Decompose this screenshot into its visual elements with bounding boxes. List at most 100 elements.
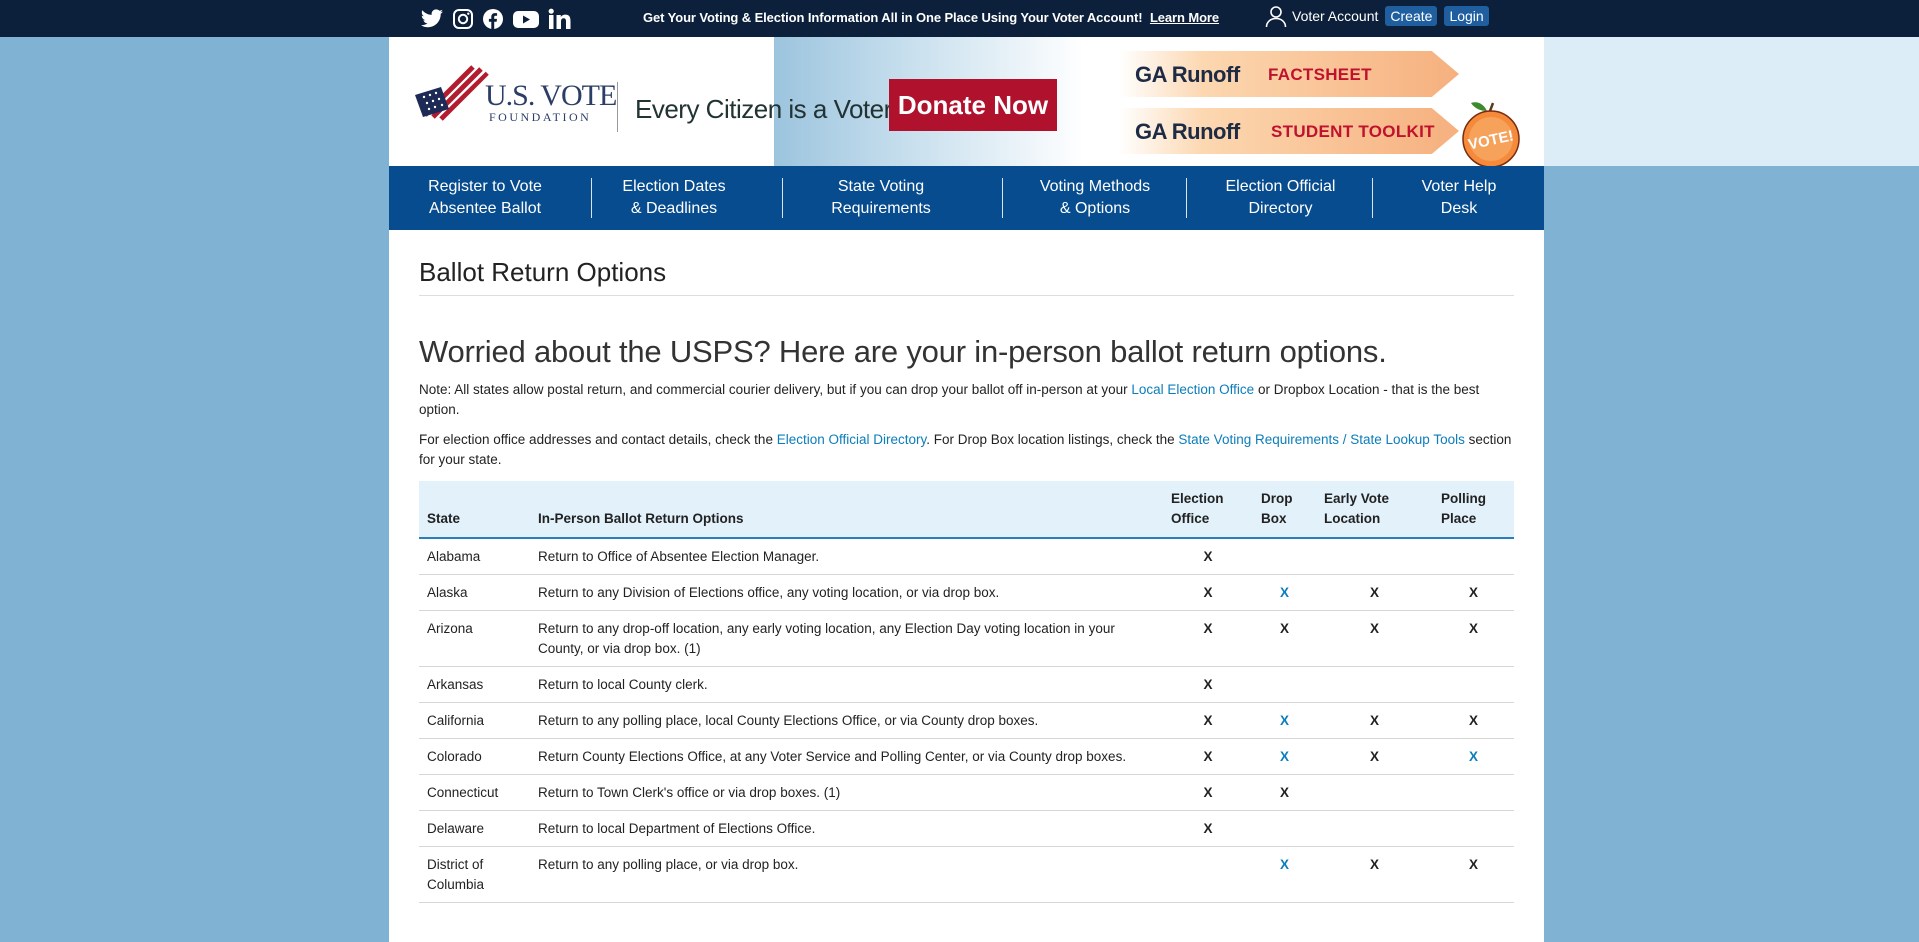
early-vote-cell: X: [1316, 574, 1433, 611]
election-office-cell: X: [1163, 538, 1253, 575]
state-cell: Alaska: [419, 574, 530, 611]
promo-text: Get Your Voting & Election Information A…: [643, 10, 1143, 25]
ga-runoff-factsheet-banner[interactable]: GA Runoff FACTSHEET: [1119, 51, 1459, 97]
options-cell: Return to Office of Absentee Election Ma…: [530, 538, 1163, 575]
user-icon: [1265, 6, 1287, 28]
column-header-options: In-Person Ballot Return Options: [530, 481, 1163, 539]
nav-election-dates[interactable]: Election Dates & Deadlines: [609, 166, 739, 230]
election-office-cell: [1163, 846, 1253, 903]
title-divider: [419, 295, 1514, 296]
early-vote-cell: X: [1316, 610, 1433, 667]
table-row: Delaware Return to local Department of El…: [419, 810, 1514, 847]
banner-label: FACTSHEET: [1268, 65, 1372, 84]
instagram-icon[interactable]: [452, 8, 474, 35]
table-row: Alaska Return to any Division of Election…: [419, 574, 1514, 611]
logo-divider: [617, 82, 618, 132]
nav-label-line2: & Options: [1059, 200, 1131, 217]
early-vote-cell: [1316, 666, 1433, 703]
main-content: Ballot Return Options Worried about the …: [389, 230, 1544, 942]
column-header-drop-box: Drop Box: [1253, 481, 1316, 539]
nav-election-official-directory[interactable]: Election Official Directory: [1213, 166, 1348, 230]
table-body: Alabama Return to Office of Absentee Elec…: [419, 538, 1514, 903]
nav-label-line2: & Deadlines: [630, 200, 718, 217]
nav-label-line2: Directory: [1248, 200, 1313, 217]
social-links: [420, 8, 572, 35]
nav-voter-help-desk[interactable]: Voter Help Desk: [1399, 166, 1519, 230]
drop-box-cell: [1253, 666, 1316, 703]
account-area: Voter Account Create Login: [1264, 4, 1489, 28]
youtube-icon[interactable]: [512, 8, 540, 35]
site-header: U.S. VOTE FOUNDATION Every Citizen is a …: [389, 37, 1544, 166]
options-cell: Return to local Department of Elections …: [530, 810, 1163, 847]
ga-runoff-toolkit-banner[interactable]: GA Runoff STUDENT TOOLKIT: [1119, 108, 1459, 154]
election-office-cell: X: [1163, 810, 1253, 847]
column-header-early-vote: Early Vote Location: [1316, 481, 1433, 539]
drop-box-cell: [1253, 538, 1316, 575]
polling-place-cell: X: [1433, 702, 1514, 739]
drop-box-cell[interactable]: X: [1253, 738, 1316, 775]
column-header-election-office: Election Office: [1163, 481, 1253, 539]
facebook-icon[interactable]: [482, 8, 504, 35]
site-tagline: Every Citizen is a Voter: [635, 94, 892, 124]
polling-place-cell: [1433, 774, 1514, 811]
polling-place-cell[interactable]: X: [1433, 738, 1514, 775]
linkedin-icon[interactable]: [548, 8, 572, 35]
early-vote-cell: X: [1316, 846, 1433, 903]
info-text: For election office addresses and contac…: [419, 432, 777, 447]
header-right-band: [1544, 37, 1919, 166]
banner-title: GA Runoff: [1135, 119, 1240, 144]
peach-vote-icon: VOTE!: [1462, 102, 1520, 166]
options-cell: Return to any polling place, or via drop…: [530, 846, 1163, 903]
banner-label: STUDENT TOOLKIT: [1271, 122, 1435, 141]
nav-label-line1: Election Dates: [622, 178, 726, 195]
polling-place-cell: X: [1433, 846, 1514, 903]
early-vote-cell: X: [1316, 738, 1433, 775]
account-promo: Get Your Voting & Election Information A…: [643, 10, 1219, 25]
election-official-directory-link[interactable]: Election Official Directory: [777, 432, 927, 447]
create-account-button[interactable]: Create: [1385, 6, 1438, 26]
election-office-cell: X: [1163, 610, 1253, 667]
site-logo[interactable]: U.S. VOTE FOUNDATION: [485, 81, 617, 124]
nav-label-line1: Register to Vote: [428, 178, 542, 195]
state-cell: Arkansas: [419, 666, 530, 703]
page-title: Ballot Return Options: [419, 257, 667, 287]
state-cell: Delaware: [419, 810, 530, 847]
voter-account-link[interactable]: Voter Account: [1292, 8, 1378, 24]
polling-place-cell: [1433, 810, 1514, 847]
drop-box-cell[interactable]: X: [1253, 702, 1316, 739]
drop-box-cell[interactable]: X: [1253, 846, 1316, 903]
early-vote-cell: [1316, 774, 1433, 811]
column-header-polling-place: Polling Place: [1433, 481, 1514, 539]
local-election-office-link[interactable]: Local Election Office: [1131, 382, 1254, 397]
section-heading: Worried about the USPS? Here are your in…: [419, 334, 1387, 369]
state-voting-requirements-link[interactable]: State Voting Requirements / State Lookup…: [1178, 432, 1464, 447]
election-office-cell: X: [1163, 702, 1253, 739]
state-cell: Connecticut: [419, 774, 530, 811]
options-cell: Return to Town Clerk's office or via dro…: [530, 774, 1163, 811]
info-text: . For Drop Box location listings, check …: [926, 432, 1179, 447]
nav-voting-methods[interactable]: Voting Methods & Options: [1030, 166, 1160, 230]
table-row: Arizona Return to any drop-off location, …: [419, 610, 1514, 667]
login-button[interactable]: Login: [1444, 6, 1489, 26]
election-office-cell: X: [1163, 666, 1253, 703]
postal-note: Note: All states allow postal return, an…: [419, 380, 1514, 420]
banner-title: GA Runoff: [1135, 62, 1240, 87]
nav-state-voting-requirements[interactable]: State Voting Requirements: [816, 166, 946, 230]
donate-button[interactable]: Donate Now: [889, 79, 1057, 131]
options-cell: Return County Elections Office, at any V…: [530, 738, 1163, 775]
table-row: Arkansas Return to local County clerk. X: [419, 666, 1514, 703]
table-row: District of Columbia Return to any pollin…: [419, 846, 1514, 903]
options-cell: Return to any Division of Elections offi…: [530, 574, 1163, 611]
polling-place-cell: X: [1433, 574, 1514, 611]
polling-place-cell: X: [1433, 610, 1514, 667]
drop-box-cell[interactable]: X: [1253, 574, 1316, 611]
state-cell: Alabama: [419, 538, 530, 575]
polling-place-cell: [1433, 538, 1514, 575]
nav-register-to-vote[interactable]: Register to Vote Absentee Ballot: [420, 166, 550, 230]
state-cell: Colorado: [419, 738, 530, 775]
learn-more-link[interactable]: Learn More: [1150, 10, 1219, 25]
options-cell: Return to local County clerk.: [530, 666, 1163, 703]
twitter-icon[interactable]: [420, 8, 444, 35]
table-row: Alabama Return to Office of Absentee Elec…: [419, 538, 1514, 575]
nav-label-line2: Desk: [1440, 200, 1478, 217]
